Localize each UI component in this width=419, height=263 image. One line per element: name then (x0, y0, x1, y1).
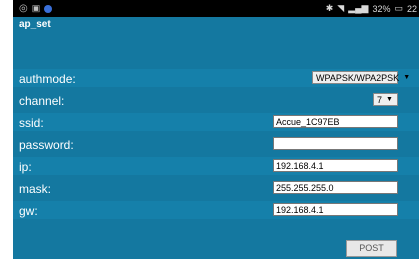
password-label: password: (19, 138, 74, 152)
ssid-label: ssid: (19, 116, 44, 130)
clock: 22 (406, 3, 417, 14)
image-icon: ▣ (31, 3, 41, 13)
battery-icon: ▭ (394, 3, 403, 13)
authmode-select[interactable]: WPAPSK/WPA2PSK ▼ (312, 71, 410, 84)
password-input[interactable] (273, 137, 398, 150)
gw-input[interactable]: 192.168.4.1 (273, 203, 398, 216)
ip-label: ip: (19, 160, 32, 174)
status-left: ◎ ▣ (19, 3, 53, 14)
status-right: ✱ ◥ ▂▄▆ 32% ▭ 22 (326, 3, 417, 14)
row-ip: ip: 192.168.4.1 (13, 157, 419, 175)
whatsapp-icon: ◎ (19, 3, 28, 14)
gw-label: gw: (19, 204, 38, 218)
battery-percent: 32% (372, 3, 391, 14)
mask-input[interactable]: 255.255.255.0 (273, 181, 398, 194)
signal-icon: ▂▄▆ (348, 3, 369, 13)
mask-label: mask: (19, 182, 52, 196)
row-ssid: ssid: Accue_1C97EB (13, 113, 419, 131)
page-title: ap_set (19, 19, 51, 30)
channel-label: channel: (19, 94, 65, 108)
row-password: password: (13, 135, 419, 153)
ssid-input[interactable]: Accue_1C97EB (273, 115, 398, 128)
wifi-icon: ◥ (337, 3, 345, 13)
phone-screen: ◎ ▣ ✱ ◥ ▂▄▆ 32% ▭ 22 ap_set authmode: WP… (13, 0, 419, 263)
row-authmode: authmode: WPAPSK/WPA2PSK ▼ (13, 69, 419, 87)
chevron-down-icon: ▼ (386, 95, 393, 103)
ap-settings-page: ap_set authmode: WPAPSK/WPA2PSK ▼ channe… (13, 17, 419, 259)
bottom-divider (13, 259, 419, 263)
notification-icon (44, 4, 53, 13)
channel-select[interactable]: 7 ▼ (373, 93, 398, 106)
status-bar: ◎ ▣ ✱ ◥ ▂▄▆ 32% ▭ 22 (13, 0, 419, 17)
authmode-value: WPAPSK/WPA2PSK (316, 72, 400, 83)
row-channel: channel: 7 ▼ (13, 91, 419, 109)
ip-input[interactable]: 192.168.4.1 (273, 159, 398, 172)
post-button[interactable]: POST (346, 240, 397, 257)
channel-value: 7 (377, 94, 383, 105)
row-mask: mask: 255.255.255.0 (13, 179, 419, 197)
authmode-label: authmode: (19, 72, 76, 86)
chevron-down-icon: ▼ (403, 73, 411, 81)
row-gw: gw: 192.168.4.1 (13, 201, 419, 219)
bluetooth-icon: ✱ (325, 3, 334, 13)
